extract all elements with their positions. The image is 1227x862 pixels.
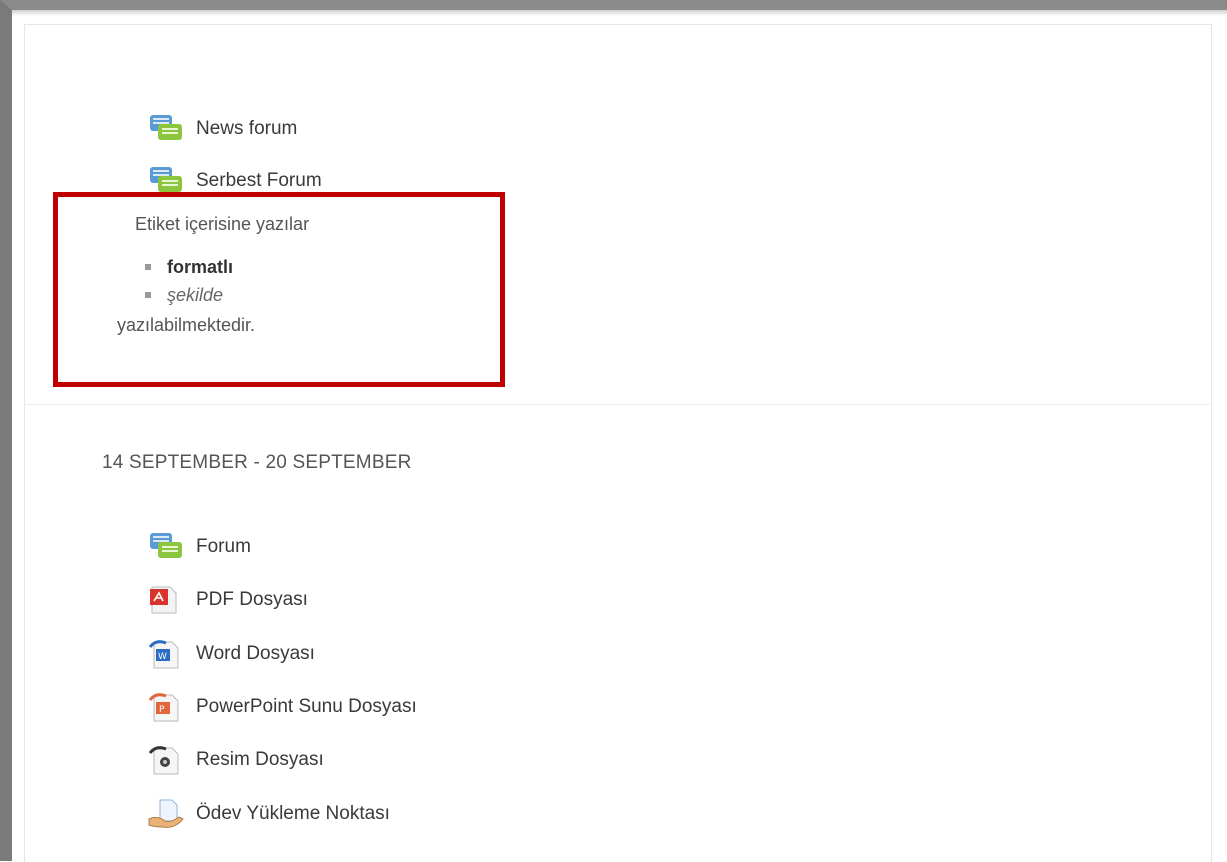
activity-image[interactable]: Resim Dosyası	[148, 745, 324, 775]
image-icon	[148, 745, 186, 775]
course-content-panel	[24, 24, 1212, 862]
forum-icon	[148, 532, 186, 562]
forum-icon	[148, 114, 186, 144]
activity-assignment[interactable]: Ödev Yükleme Noktası	[148, 799, 390, 829]
activity-label[interactable]: Word Dosyası	[196, 643, 315, 665]
activity-word[interactable]: W Word Dosyası	[148, 639, 315, 669]
activity-forum[interactable]: Forum	[148, 532, 251, 562]
pdf-icon	[148, 585, 186, 615]
section-title: 14 SEPTEMBER - 20 SEPTEMBER	[102, 452, 412, 473]
activity-label[interactable]: PowerPoint Sunu Dosyası	[196, 696, 417, 718]
word-icon: W	[148, 639, 186, 669]
activity-pdf[interactable]: PDF Dosyası	[148, 585, 308, 615]
svg-text:P: P	[159, 705, 165, 715]
section-divider	[24, 404, 1210, 405]
activity-label[interactable]: Forum	[196, 536, 251, 558]
activity-label[interactable]: Ödev Yükleme Noktası	[196, 803, 390, 825]
powerpoint-icon: P	[148, 692, 186, 722]
highlight-box	[53, 192, 505, 387]
activity-label[interactable]: News forum	[196, 118, 297, 140]
activity-label[interactable]: Resim Dosyası	[196, 749, 324, 771]
activity-powerpoint[interactable]: P PowerPoint Sunu Dosyası	[148, 692, 417, 722]
svg-text:W: W	[158, 652, 167, 662]
activity-label[interactable]: Serbest Forum	[196, 170, 322, 192]
activity-label[interactable]: PDF Dosyası	[196, 589, 308, 611]
activity-news-forum[interactable]: News forum	[148, 114, 297, 144]
assignment-icon	[148, 799, 186, 829]
